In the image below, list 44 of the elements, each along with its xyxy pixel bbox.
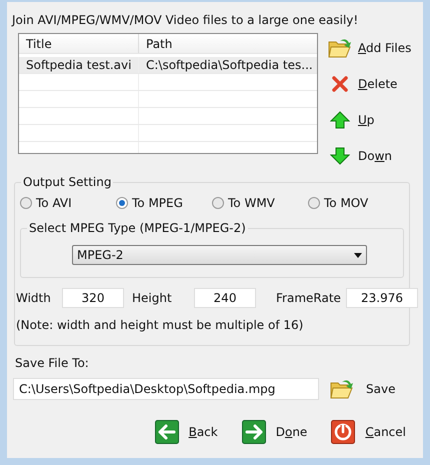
field-label: FrameRate bbox=[275, 290, 342, 307]
format-radio[interactable]: To MPEG bbox=[116, 194, 212, 212]
save-path-field[interactable]: C:\Users\Softpedia\Desktop\Softpedia.mpg bbox=[13, 378, 319, 400]
nav-button[interactable]: Done bbox=[242, 420, 308, 444]
button-label: Done bbox=[276, 424, 308, 441]
folder-icon bbox=[330, 378, 354, 400]
field-label: Height bbox=[131, 290, 173, 307]
heading: Join AVI/MPEG/WMV/MOV Video files to a large one easily! bbox=[12, 12, 360, 28]
input-field[interactable]: 23.976 bbox=[346, 288, 418, 308]
nav-button[interactable]: Back bbox=[154, 420, 218, 444]
column-header[interactable]: Path bbox=[139, 34, 317, 53]
note-text: (Note: width and height must be multiple of 16) bbox=[16, 317, 304, 334]
power-icon bbox=[331, 420, 356, 444]
mpeg-type-dropdown[interactable]: MPEG-2 bbox=[72, 245, 367, 265]
button-label: Cancel bbox=[365, 424, 406, 441]
file-row[interactable]: Softpedia test.avi C:\softpedia\Softpedia tes... bbox=[19, 57, 317, 74]
x-icon bbox=[331, 75, 349, 93]
button-label: Delete bbox=[358, 76, 398, 93]
nav-button[interactable]: Cancel bbox=[331, 420, 406, 444]
button-label: Down bbox=[358, 148, 392, 165]
dropdown-arrow-icon bbox=[354, 252, 362, 258]
button-label: Up bbox=[358, 112, 374, 129]
input-field[interactable]: 320 bbox=[62, 288, 124, 308]
save-label: Save File To: bbox=[15, 355, 90, 372]
button-label: Add Files bbox=[358, 40, 412, 57]
button-label: Back bbox=[188, 424, 218, 441]
side-button[interactable]: Up bbox=[326, 102, 412, 138]
side-button[interactable]: Add Files bbox=[326, 30, 412, 66]
save-button[interactable]: Save bbox=[330, 378, 396, 400]
folder-icon bbox=[328, 37, 352, 59]
side-button[interactable]: Down bbox=[326, 138, 412, 174]
group-title: Select MPEG Type (MPEG-1/MPEG-2) bbox=[27, 220, 248, 236]
input-field[interactable]: 240 bbox=[194, 288, 256, 308]
down-arrow-icon bbox=[330, 147, 350, 165]
side-button[interactable]: Delete bbox=[326, 66, 412, 102]
up-arrow-icon bbox=[330, 111, 350, 129]
format-radio[interactable]: To MOV bbox=[308, 194, 404, 212]
group-title: Output Setting bbox=[21, 174, 114, 190]
table-cell: Softpedia test.avi bbox=[19, 57, 139, 73]
table-cell-text: C:\softpedia\Softpedia tes... bbox=[145, 57, 314, 73]
format-radio[interactable]: To AVI bbox=[20, 194, 116, 212]
column-header[interactable]: Title bbox=[19, 34, 139, 53]
field-label: Width bbox=[16, 290, 52, 307]
format-radio[interactable]: To WMV bbox=[212, 194, 308, 212]
